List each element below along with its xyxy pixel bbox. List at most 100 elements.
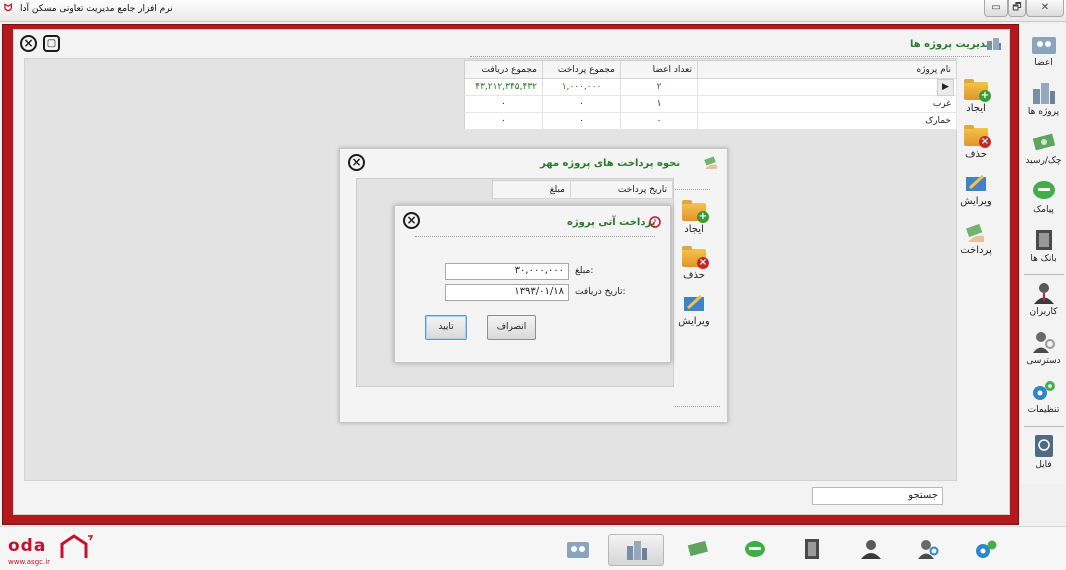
buildings-icon: [1032, 83, 1055, 104]
taskbar-projects-button[interactable]: [608, 534, 664, 566]
sidebar-item-projects[interactable]: پروژه ها: [1021, 81, 1066, 117]
sidebar-item-label: فایل: [1035, 460, 1052, 470]
receive-date-field[interactable]: ۱۳۹۳/۰۱/۱۸: [445, 284, 569, 301]
taskbar-cheque-button[interactable]: [680, 534, 716, 566]
table-row[interactable]: ۰ ۰ ۱ غرب: [464, 95, 957, 113]
panel-title: مدیریت پروژه ها: [910, 39, 992, 50]
confirm-button[interactable]: تایید: [425, 315, 467, 340]
taskbar-banks-button[interactable]: [794, 534, 830, 566]
cell-total-received: ۰: [464, 95, 543, 113]
column-amount[interactable]: مبلغ: [492, 180, 571, 199]
sidebar-item-label: پیامک: [1033, 205, 1054, 215]
payment-hand-icon: [704, 156, 717, 169]
taskbar-access-button[interactable]: [910, 534, 946, 566]
alarm-clock-icon: [649, 216, 661, 228]
taskbar-settings-button[interactable]: [968, 534, 1004, 566]
safe-icon: [1035, 230, 1052, 250]
taskbar-members-button[interactable]: [560, 534, 596, 566]
create-project-button[interactable]: + ایجاد: [956, 79, 996, 114]
edit-icon: [964, 173, 988, 193]
minimize-button[interactable]: ▭: [984, 0, 1008, 17]
table-header-row: مبلغ تاریخ پرداخت: [492, 180, 673, 199]
key-user-icon: [1032, 332, 1055, 353]
sidebar-separator: [1024, 426, 1064, 427]
sidebar-item-members[interactable]: اعضا: [1021, 32, 1066, 68]
search-input[interactable]: جستجو: [812, 487, 943, 505]
delete-label: حذف: [683, 270, 705, 281]
window-title: نرم افزار جامع مدیریت تعاونی مسکن آدا: [20, 4, 173, 14]
sidebar-item-label: تنظیمات: [1027, 405, 1060, 415]
user-icon: [861, 540, 881, 559]
sidebar-item-banks[interactable]: بانک ها: [1021, 228, 1066, 264]
close-dialog-button[interactable]: ×: [348, 154, 365, 171]
sidebar-item-file[interactable]: فایل: [1021, 434, 1066, 470]
window-titlebar: ᗢ نرم افزار جامع مدیریت تعاونی مسکن آدا …: [0, 0, 1066, 22]
chat-bubble-icon: [745, 541, 765, 557]
future-payment-dialog: × پرداخت آتی پروژه ۳۰,۰۰۰,۰۰۰ مبلغ: ۱۳۹۳…: [394, 205, 671, 363]
sidebar-item-label: اعضا: [1034, 58, 1053, 68]
money-icon: [1032, 133, 1055, 151]
column-total-received[interactable]: مجموع دریافت: [464, 60, 543, 79]
create-label: ایجاد: [966, 103, 986, 114]
edit-payment-button[interactable]: ویرایش: [674, 293, 714, 327]
create-payment-button[interactable]: + ایجاد: [674, 200, 714, 235]
bottom-toolbar: [0, 526, 1066, 570]
panel-divider: [470, 56, 990, 57]
restore-button[interactable]: 🗗: [1008, 0, 1026, 17]
sidebar-item-access[interactable]: دسترسی: [1021, 330, 1066, 366]
members-icon: [1031, 37, 1056, 54]
user-icon: [1033, 283, 1054, 304]
safe-icon: [805, 539, 819, 559]
maximize-panel-button[interactable]: ▢: [43, 35, 60, 52]
payment-button[interactable]: پرداخت: [956, 222, 996, 256]
delete-payment-button[interactable]: × حذف: [674, 246, 714, 281]
delete-label: حذف: [965, 149, 987, 160]
table-row[interactable]: ۰ ۰ ۰ خمارک: [464, 112, 957, 130]
column-payment-date[interactable]: تاریخ پرداخت: [570, 180, 673, 199]
projects-table[interactable]: مجموع دریافت مجموع پرداخت تعداد اعضا نام…: [464, 60, 957, 130]
cancel-button[interactable]: انصراف: [487, 315, 536, 340]
payments-dialog-title: نحوه پرداخت های پروژه مهر: [540, 158, 681, 169]
taskbar-users-button[interactable]: [853, 534, 889, 566]
close-panel-button[interactable]: ×: [20, 35, 37, 52]
sidebar: اعضا پروژه ها چک/رسید پیامک بانک ها کارب…: [1021, 24, 1066, 484]
amount-label: مبلغ:: [575, 266, 594, 276]
taskbar-sms-button[interactable]: [737, 534, 773, 566]
cell-project-name: خمارک: [697, 112, 957, 130]
buildings-icon: [987, 38, 1001, 50]
cell-total-paid: ۱,۰۰۰,۰۰۰: [542, 78, 621, 96]
sidebar-separator: [1024, 274, 1064, 275]
folder-add-icon: +: [964, 79, 991, 102]
current-row-indicator: ▶: [937, 79, 954, 96]
sidebar-item-cheque[interactable]: چک/رسید: [1021, 130, 1066, 166]
close-form-button[interactable]: ×: [403, 212, 420, 229]
column-member-count[interactable]: تعداد اعضا: [620, 60, 698, 79]
table-row[interactable]: ۴۳,۲۱۲,۳۴۵,۴۳۲ ۱,۰۰۰,۰۰۰ ۲ مهر: [464, 78, 957, 96]
key-user-icon: [918, 540, 939, 559]
chat-bubble-icon: [1032, 181, 1055, 199]
edit-icon: [682, 293, 706, 313]
edit-label: ویرایش: [960, 196, 992, 207]
sidebar-item-sms[interactable]: پیامک: [1021, 179, 1066, 215]
delete-project-button[interactable]: × حذف: [956, 125, 996, 160]
amount-field[interactable]: ۳۰,۰۰۰,۰۰۰: [445, 263, 569, 280]
column-total-paid[interactable]: مجموع پرداخت: [542, 60, 621, 79]
sidebar-item-label: دسترسی: [1026, 356, 1061, 366]
money-icon: [687, 540, 708, 557]
cell-member-count: ۲: [620, 78, 698, 96]
app-logo-icon: ᗢ: [4, 3, 13, 14]
receive-date-label: تاریخ دریافت:: [575, 287, 626, 297]
gears-icon: [1032, 381, 1055, 400]
edit-project-button[interactable]: ویرایش: [956, 173, 996, 207]
column-project-name[interactable]: نام پروژه: [697, 60, 957, 79]
buildings-icon: [627, 541, 647, 560]
close-window-button[interactable]: ✕: [1026, 0, 1064, 17]
form-divider: [415, 236, 655, 237]
payments-table[interactable]: مبلغ تاریخ پرداخت: [492, 180, 673, 199]
table-header-row: مجموع دریافت مجموع پرداخت تعداد اعضا نام…: [464, 60, 957, 79]
dialog-bottom-divider: [675, 406, 720, 407]
sidebar-item-users[interactable]: کاربران: [1021, 281, 1066, 317]
members-icon: [567, 542, 589, 558]
cell-project-name: مهر: [697, 78, 957, 96]
sidebar-item-settings[interactable]: تنظیمات: [1021, 379, 1066, 415]
